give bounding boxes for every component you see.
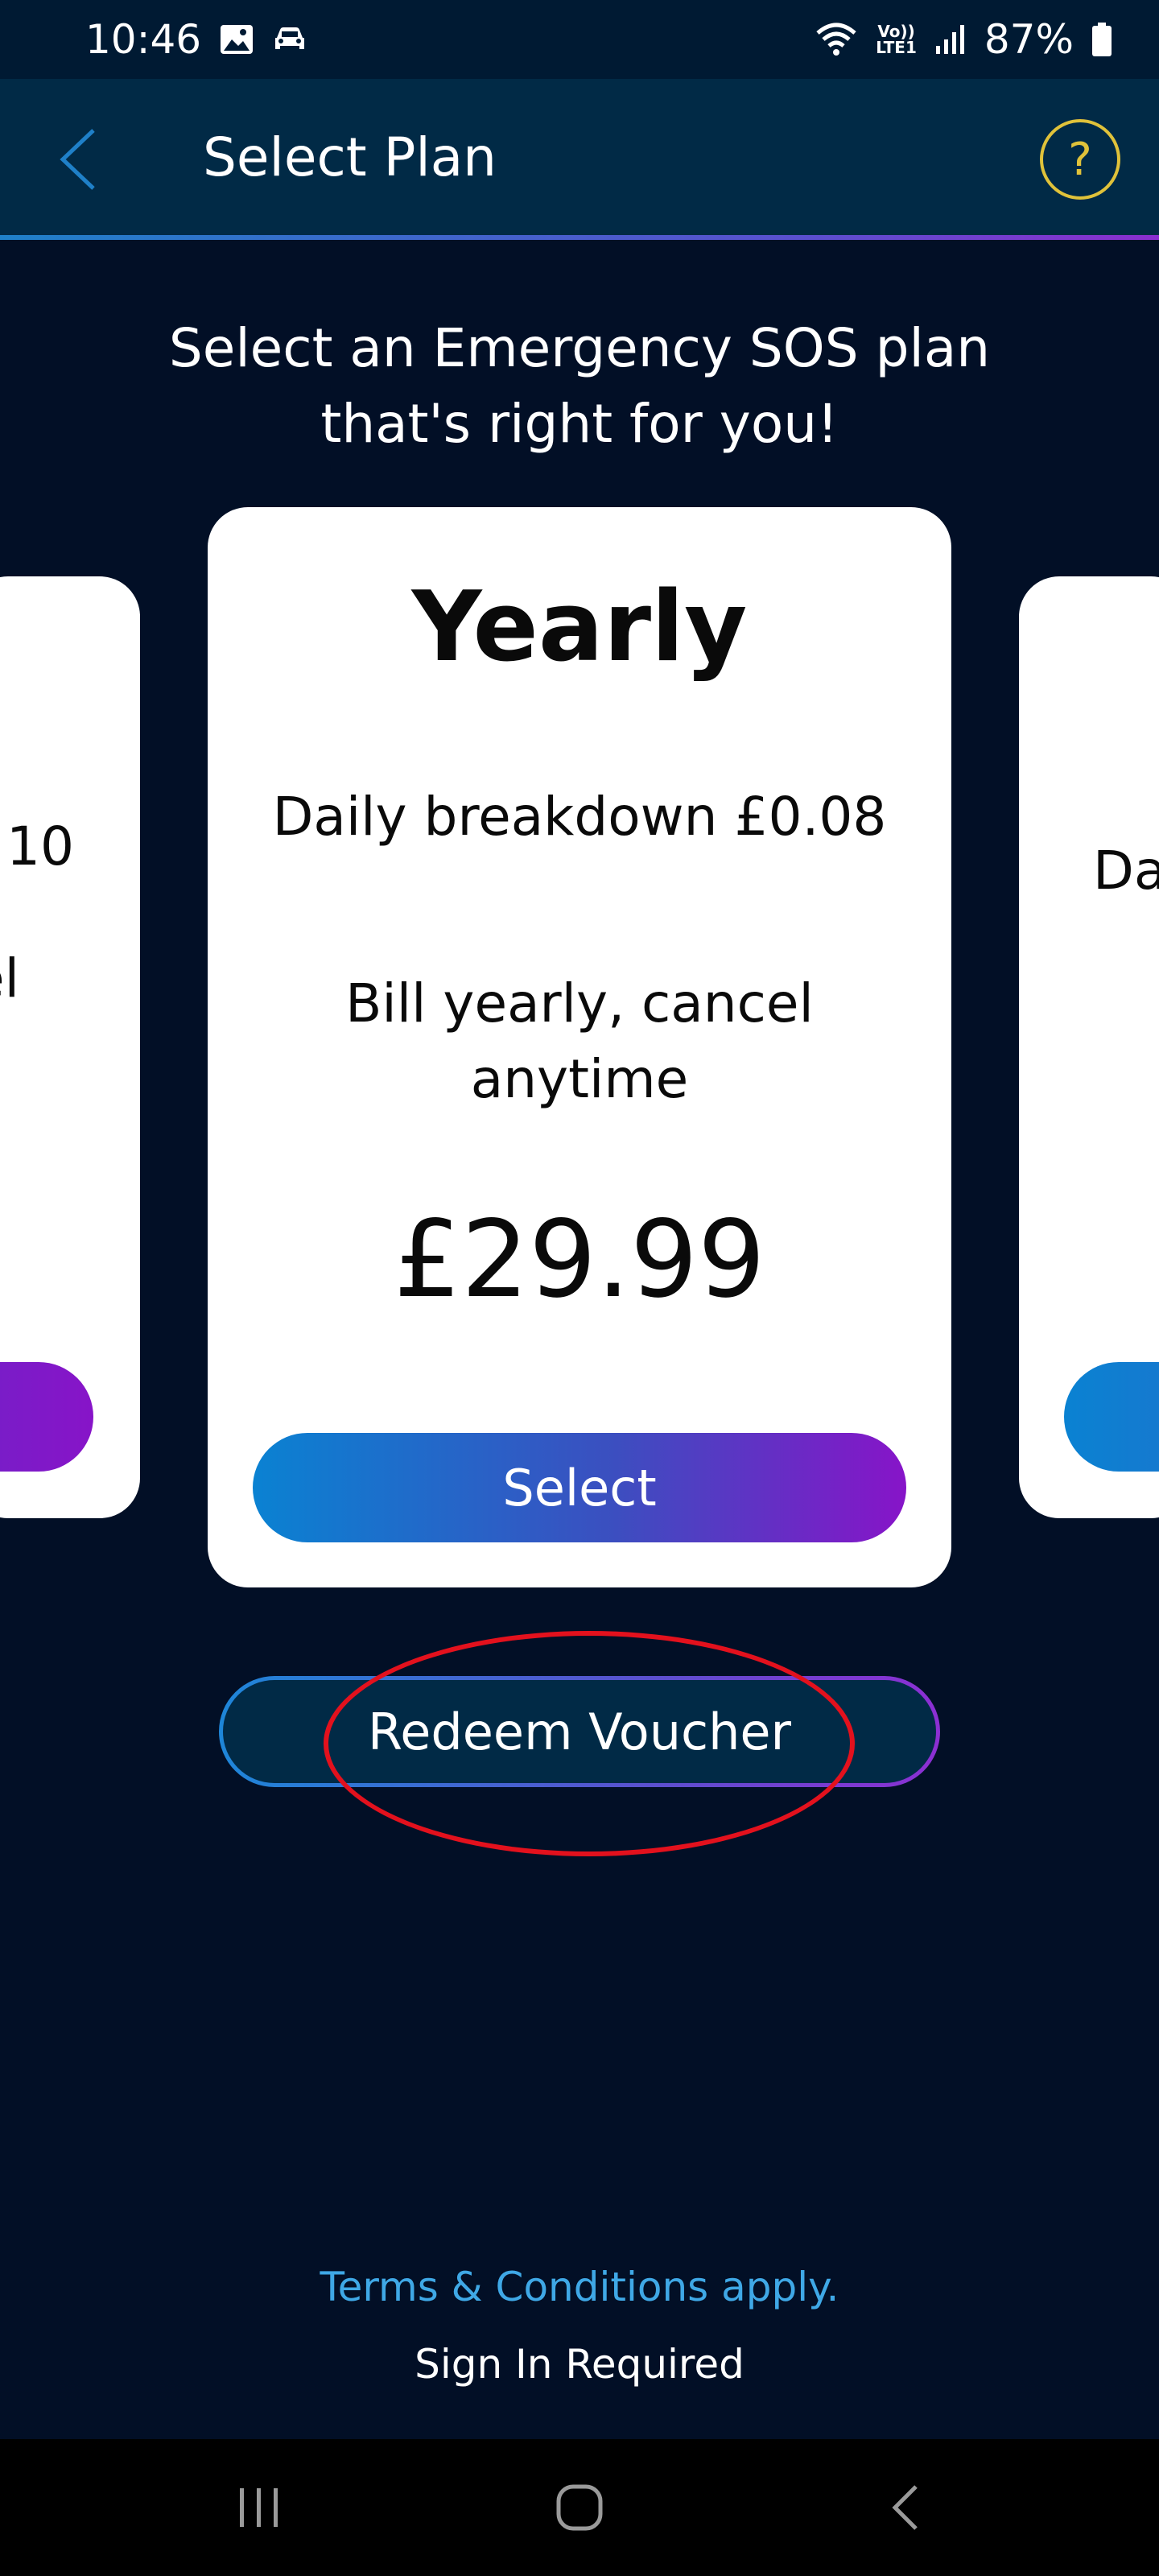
status-left: 10:46 [85, 16, 307, 63]
recent-apps-icon [240, 2488, 278, 2527]
plan-card-next-text: Da [1093, 840, 1159, 902]
battery-icon [1091, 22, 1112, 57]
plan-price: £29.99 [394, 1198, 765, 1322]
sign-in-required-text: Sign In Required [415, 2341, 744, 2388]
image-icon [219, 23, 254, 56]
terms-conditions-link[interactable]: Terms & Conditions apply. [0, 2264, 1159, 2310]
car-icon [272, 25, 307, 54]
plan-card-previous-text: el [0, 947, 19, 1009]
plan-title: Yearly [411, 572, 748, 683]
redeem-voucher-label: Redeem Voucher [223, 1680, 936, 1783]
chevron-left-icon [60, 129, 95, 190]
help-button[interactable]: ? [1040, 119, 1120, 200]
chevron-left-icon [892, 2485, 918, 2530]
plan-card-next-select-button[interactable] [1064, 1362, 1159, 1472]
status-right: Vo)) LTE1 87% [815, 16, 1112, 63]
plan-card-previous-text: 10 [6, 815, 74, 877]
signal-icon [934, 23, 967, 56]
redeem-voucher-button[interactable]: Redeem Voucher [219, 1676, 940, 1787]
battery-percent: 87% [984, 16, 1074, 63]
volte-label: Vo)) [877, 22, 915, 41]
heading-line-2: that's right for you! [320, 393, 839, 455]
recent-apps-button[interactable] [211, 2463, 307, 2552]
system-back-button[interactable] [856, 2463, 953, 2552]
plan-card-previous-select-button[interactable] [0, 1362, 93, 1472]
system-nav-bar [0, 2439, 1159, 2576]
lte-label: LTE1 [876, 38, 917, 57]
plan-billing-info: Bill yearly, cancel anytime [345, 972, 814, 1110]
status-bar: 10:46 Vo)) LTE1 87% [0, 0, 1159, 79]
help-circle-icon: ? [1068, 133, 1092, 186]
back-button[interactable] [50, 119, 106, 200]
plan-heading: Select an Emergency SOS plan that's righ… [113, 311, 1046, 462]
app-bar: Select Plan ? [0, 79, 1159, 240]
plan-card-previous[interactable]: 10 el [0, 576, 140, 1518]
select-plan-screen: 10:46 Vo)) LTE1 87% Select Plan ? Select… [0, 0, 1159, 2576]
page-title: Select Plan [203, 126, 497, 188]
home-icon [556, 2484, 603, 2531]
plan-daily-breakdown: Daily breakdown £0.08 [272, 786, 887, 848]
lte-indicator: Vo)) LTE1 [876, 23, 917, 56]
select-plan-button[interactable]: Select [253, 1433, 906, 1542]
plan-card-next[interactable]: Da [1019, 576, 1159, 1518]
heading-line-1: Select an Emergency SOS plan [168, 317, 991, 379]
home-button[interactable] [531, 2463, 628, 2552]
wifi-icon [815, 22, 858, 57]
status-time: 10:46 [85, 16, 202, 63]
plan-card-yearly: Yearly Daily breakdown £0.08 Bill yearly… [208, 507, 951, 1587]
